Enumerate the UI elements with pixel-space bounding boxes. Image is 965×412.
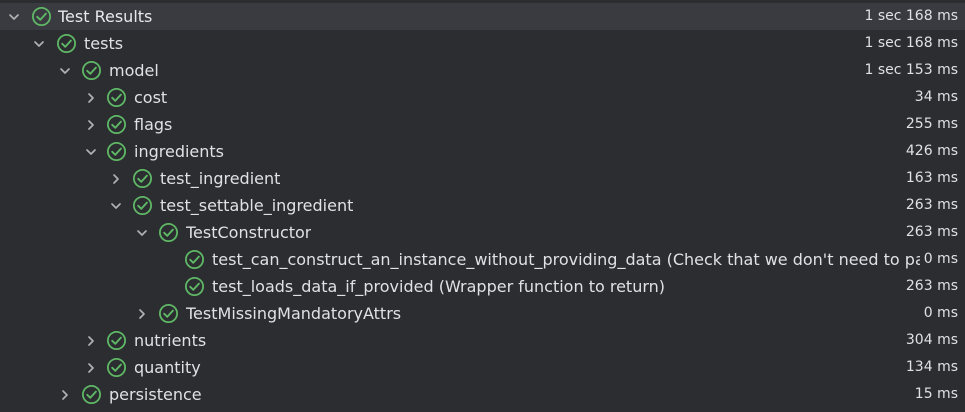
tree-row-label: test_loads_data_if_provided (Wrapper fun… [212, 277, 666, 296]
duration-label: 426 ms [905, 143, 958, 159]
tree-row-test-ingredient[interactable]: test_ingredient 163 ms [0, 165, 965, 192]
tree-row-label: persistence [109, 385, 202, 404]
test-passed-icon [158, 303, 179, 324]
test-passed-icon [184, 249, 205, 270]
tree-row-quantity[interactable]: quantity 134 ms [0, 354, 965, 381]
test-passed-icon [81, 60, 102, 81]
tree-row-ingredients[interactable]: ingredients 426 ms [0, 138, 965, 165]
test-passed-icon [132, 168, 153, 189]
test-passed-icon [132, 195, 153, 216]
duration-label: 0 ms [919, 246, 958, 273]
tree-row-test-can-construct[interactable]: test_can_construct_an_instance_without_p… [0, 246, 965, 273]
chevron-down-icon[interactable] [134, 219, 150, 246]
duration-label: 1 sec 168 ms [864, 8, 958, 24]
tree-row-persistence[interactable]: persistence 15 ms [0, 381, 965, 408]
chevron-right-icon[interactable] [57, 381, 73, 408]
test-passed-icon [31, 6, 52, 27]
tree-row-label: nutrients [134, 331, 207, 350]
duration-label: 304 ms [905, 332, 958, 348]
duration-label: 1 sec 168 ms [864, 35, 958, 51]
duration-label: 34 ms [914, 89, 958, 105]
chevron-down-icon[interactable] [83, 138, 99, 165]
tree-row-testconstructor[interactable]: TestConstructor 263 ms [0, 219, 965, 246]
test-passed-icon [81, 384, 102, 405]
tree-row-test-results[interactable]: Test Results 1 sec 168 ms [0, 3, 965, 30]
tree-row-nutrients[interactable]: nutrients 304 ms [0, 327, 965, 354]
duration-label: 134 ms [905, 359, 958, 375]
tree-row-label: ingredients [134, 142, 225, 161]
duration-label: 0 ms [923, 305, 958, 321]
tree-row-label: flags [134, 115, 173, 134]
chevron-right-icon[interactable] [83, 111, 99, 138]
test-passed-icon [158, 222, 179, 243]
duration-label: 263 ms [905, 197, 958, 213]
test-passed-icon [56, 33, 77, 54]
duration-label: 255 ms [905, 116, 958, 132]
duration-label: 15 ms [914, 386, 958, 402]
tree-row-label: test_settable_ingredient [160, 196, 354, 215]
chevron-down-icon[interactable] [108, 192, 124, 219]
tree-row-model[interactable]: model 1 sec 153 ms [0, 57, 965, 84]
tree-row-label: tests [84, 34, 124, 53]
test-passed-icon [106, 114, 127, 135]
duration-label: 263 ms [905, 224, 958, 240]
chevron-right-icon[interactable] [134, 300, 150, 327]
duration-label: 263 ms [905, 278, 958, 294]
chevron-right-icon[interactable] [108, 165, 124, 192]
tree-row-label: TestConstructor [186, 223, 312, 242]
test-passed-icon [106, 330, 127, 351]
tree-row-label: model [109, 61, 159, 80]
test-passed-icon [106, 357, 127, 378]
tree-row-flags[interactable]: flags 255 ms [0, 111, 965, 138]
tree-row-label: cost [134, 88, 168, 107]
chevron-right-icon[interactable] [83, 84, 99, 111]
test-results-tree: Test Results 1 sec 168 ms tests 1 sec 16… [0, 0, 965, 412]
chevron-right-icon[interactable] [83, 327, 99, 354]
tree-row-test-settable-ingredient[interactable]: test_settable_ingredient 263 ms [0, 192, 965, 219]
chevron-down-icon[interactable] [31, 30, 47, 57]
tree-row-label: quantity [134, 358, 201, 377]
duration-label: 1 sec 153 ms [864, 62, 958, 78]
duration-label: 163 ms [905, 170, 958, 186]
test-passed-icon [106, 87, 127, 108]
tree-row-label: Test Results [58, 7, 153, 26]
tree-row-testmissingmandatoryattrs[interactable]: TestMissingMandatoryAttrs 0 ms [0, 300, 965, 327]
tree-row-cost[interactable]: cost 34 ms [0, 84, 965, 111]
tree-row-tests[interactable]: tests 1 sec 168 ms [0, 30, 965, 57]
test-passed-icon [106, 141, 127, 162]
tree-row-label: test_can_construct_an_instance_without_p… [212, 250, 920, 269]
chevron-right-icon[interactable] [83, 354, 99, 381]
test-passed-icon [184, 276, 205, 297]
tree-row-label: test_ingredient [160, 169, 281, 188]
tree-row-test-loads-data[interactable]: test_loads_data_if_provided (Wrapper fun… [0, 273, 965, 300]
chevron-down-icon[interactable] [57, 57, 73, 84]
tree-row-label: TestMissingMandatoryAttrs [186, 304, 402, 323]
chevron-down-icon[interactable] [6, 3, 22, 30]
